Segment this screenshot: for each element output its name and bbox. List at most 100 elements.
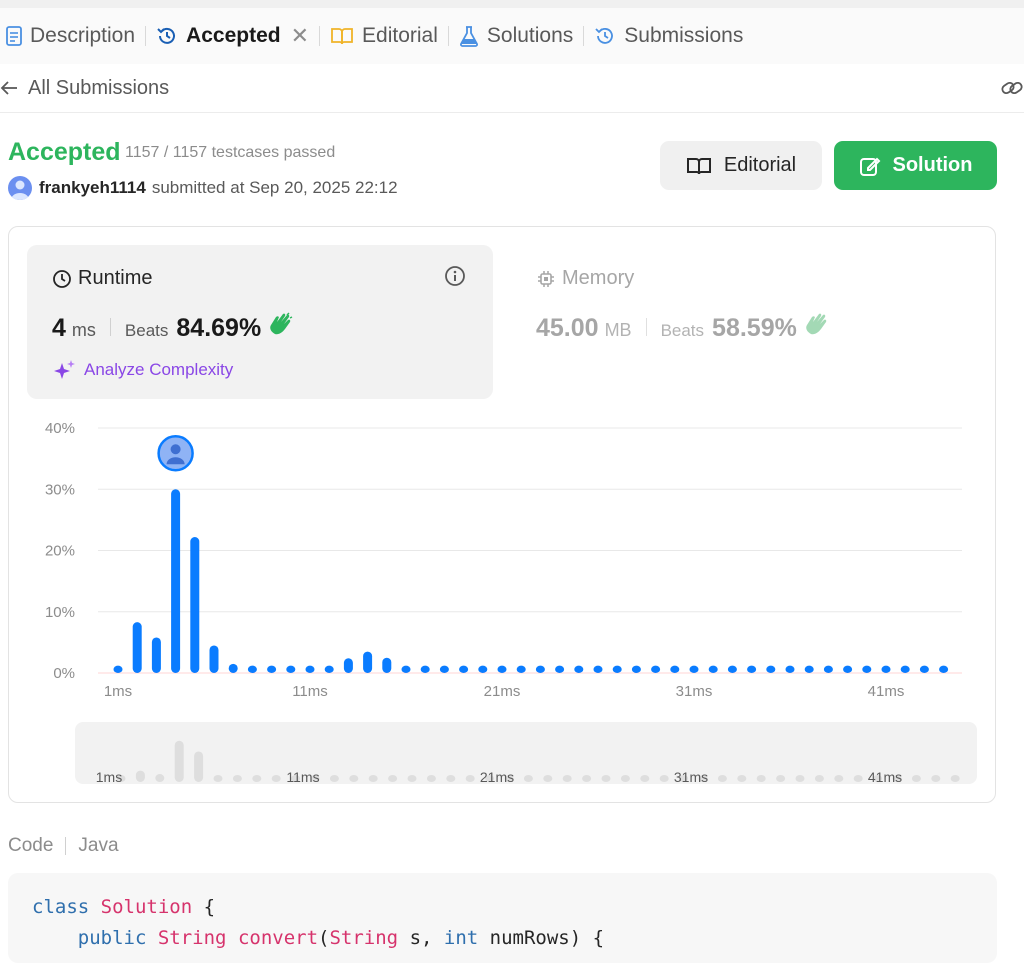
chart-bar — [305, 665, 315, 673]
tab-submissions[interactable]: Submissions — [584, 8, 753, 64]
divider — [645, 318, 647, 336]
runtime-unit: ms — [71, 320, 96, 340]
tab-description-label: Description — [30, 24, 136, 47]
memory-unit: MB — [604, 320, 632, 340]
runtime-title: Runtime — [52, 267, 152, 290]
mini-tick-label: 21ms — [480, 769, 514, 784]
chart-bar — [132, 622, 142, 673]
description-doc-icon — [6, 26, 22, 46]
link-icon[interactable] — [1000, 76, 1024, 100]
mini-bar — [776, 775, 786, 782]
mini-bar — [543, 775, 553, 782]
mini-bar — [659, 775, 669, 782]
code-content[interactable]: class Solution { public String convert(S… — [32, 892, 604, 954]
mini-tick-label: 11ms — [286, 769, 319, 784]
memory-values: 45.00 MB Beats 58.59% — [536, 312, 829, 343]
chip-icon — [538, 270, 554, 287]
x-tick-label: 21ms — [484, 683, 521, 700]
mini-bar — [756, 775, 766, 782]
flask-icon — [459, 26, 478, 47]
editorial-button[interactable]: Editorial — [660, 141, 822, 190]
edit-icon — [859, 157, 880, 176]
tab-editorial-label: Editorial — [362, 24, 438, 47]
mini-bar — [368, 775, 378, 782]
tab-accepted[interactable]: Accepted ✕ — [146, 8, 319, 64]
mini-bar — [271, 775, 281, 782]
chart-bar — [363, 651, 373, 673]
chart-bar — [324, 665, 334, 673]
divider — [109, 318, 111, 336]
avatar[interactable] — [8, 176, 32, 200]
solution-button[interactable]: Solution — [834, 141, 997, 190]
mini-bar — [426, 775, 436, 782]
chart-bar — [535, 665, 545, 673]
chart-bar — [439, 665, 449, 673]
mini-bar — [523, 775, 533, 782]
memory-title[interactable]: Memory — [536, 267, 634, 290]
chart-bar — [516, 665, 526, 673]
runtime-beats-label: Beats — [124, 321, 169, 340]
memory-title-label: Memory — [562, 267, 635, 289]
mini-bar — [601, 775, 611, 782]
y-tick-label: 40% — [45, 420, 75, 437]
chart-bar — [881, 665, 891, 673]
runtime-beats-value: 84.69% — [176, 314, 262, 342]
mini-bar — [232, 775, 242, 782]
chart-bar — [555, 665, 565, 673]
x-tick-label: 11ms — [292, 683, 328, 700]
arrow-left-icon[interactable] — [0, 78, 20, 98]
chart-bar — [900, 665, 910, 673]
info-icon[interactable] — [444, 265, 466, 287]
mini-bar — [194, 751, 204, 782]
top-strip — [0, 0, 1024, 8]
chart-bar — [574, 665, 584, 673]
chart-bar — [267, 665, 277, 673]
y-tick-label: 30% — [45, 481, 75, 498]
username[interactable]: frankyeh1114 — [39, 178, 146, 198]
mini-tick-label: 41ms — [868, 769, 902, 784]
mini-bar — [737, 775, 747, 782]
chart-bar — [209, 645, 219, 673]
chart-bar — [228, 663, 238, 673]
close-icon[interactable]: ✕ — [291, 23, 309, 49]
x-tick-label: 31ms — [676, 683, 713, 700]
back-nav[interactable]: All Submissions — [0, 64, 1024, 113]
chart-bar — [113, 665, 123, 673]
runtime-distribution-chart[interactable]: 40% 30% 20% 10% 0% 1ms 11ms 21ms 31ms 41ms — [0, 400, 1024, 720]
chart-bar — [785, 665, 795, 673]
runtime-values: 4 ms Beats 84.69% — [52, 312, 293, 343]
mini-bar — [620, 775, 630, 782]
runtime-title-label: Runtime — [78, 267, 153, 289]
y-tick-label: 10% — [45, 604, 75, 621]
book-icon — [686, 157, 711, 174]
divider — [65, 837, 67, 855]
y-tick-label: 0% — [53, 665, 75, 682]
chart-bar — [171, 489, 181, 673]
chart-bar — [478, 665, 488, 673]
code-class-name: Solution — [100, 896, 193, 918]
x-tick-label: 41ms — [868, 683, 905, 700]
mini-bar — [911, 775, 921, 782]
submission-status: Accepted — [8, 138, 121, 166]
chart-bar — [497, 665, 507, 673]
mini-bar — [407, 775, 417, 782]
clock-icon — [53, 269, 71, 288]
tab-solutions[interactable]: Solutions — [449, 8, 583, 64]
analyze-complexity-label: Analyze Complexity — [84, 360, 234, 379]
tab-description[interactable]: Description — [0, 8, 145, 64]
chart-bar — [420, 665, 430, 673]
chart-bar — [689, 665, 699, 673]
code-label: Code — [8, 835, 54, 856]
all-submissions-link[interactable]: All Submissions — [28, 77, 169, 100]
mini-bar — [329, 775, 339, 782]
tab-accepted-label: Accepted — [186, 24, 281, 47]
tab-editorial[interactable]: Editorial — [320, 8, 448, 64]
mini-bar — [814, 775, 824, 782]
chart-bar — [651, 665, 661, 673]
mini-bar — [834, 775, 844, 782]
chart-bar — [862, 665, 872, 673]
chart-range-preview[interactable]: 1ms 11ms 21ms 31ms 41ms — [0, 722, 1024, 784]
code-keyword: class — [32, 896, 90, 918]
chart-bar — [843, 665, 853, 673]
analyze-complexity-link[interactable]: Analyze Complexity — [53, 359, 233, 381]
